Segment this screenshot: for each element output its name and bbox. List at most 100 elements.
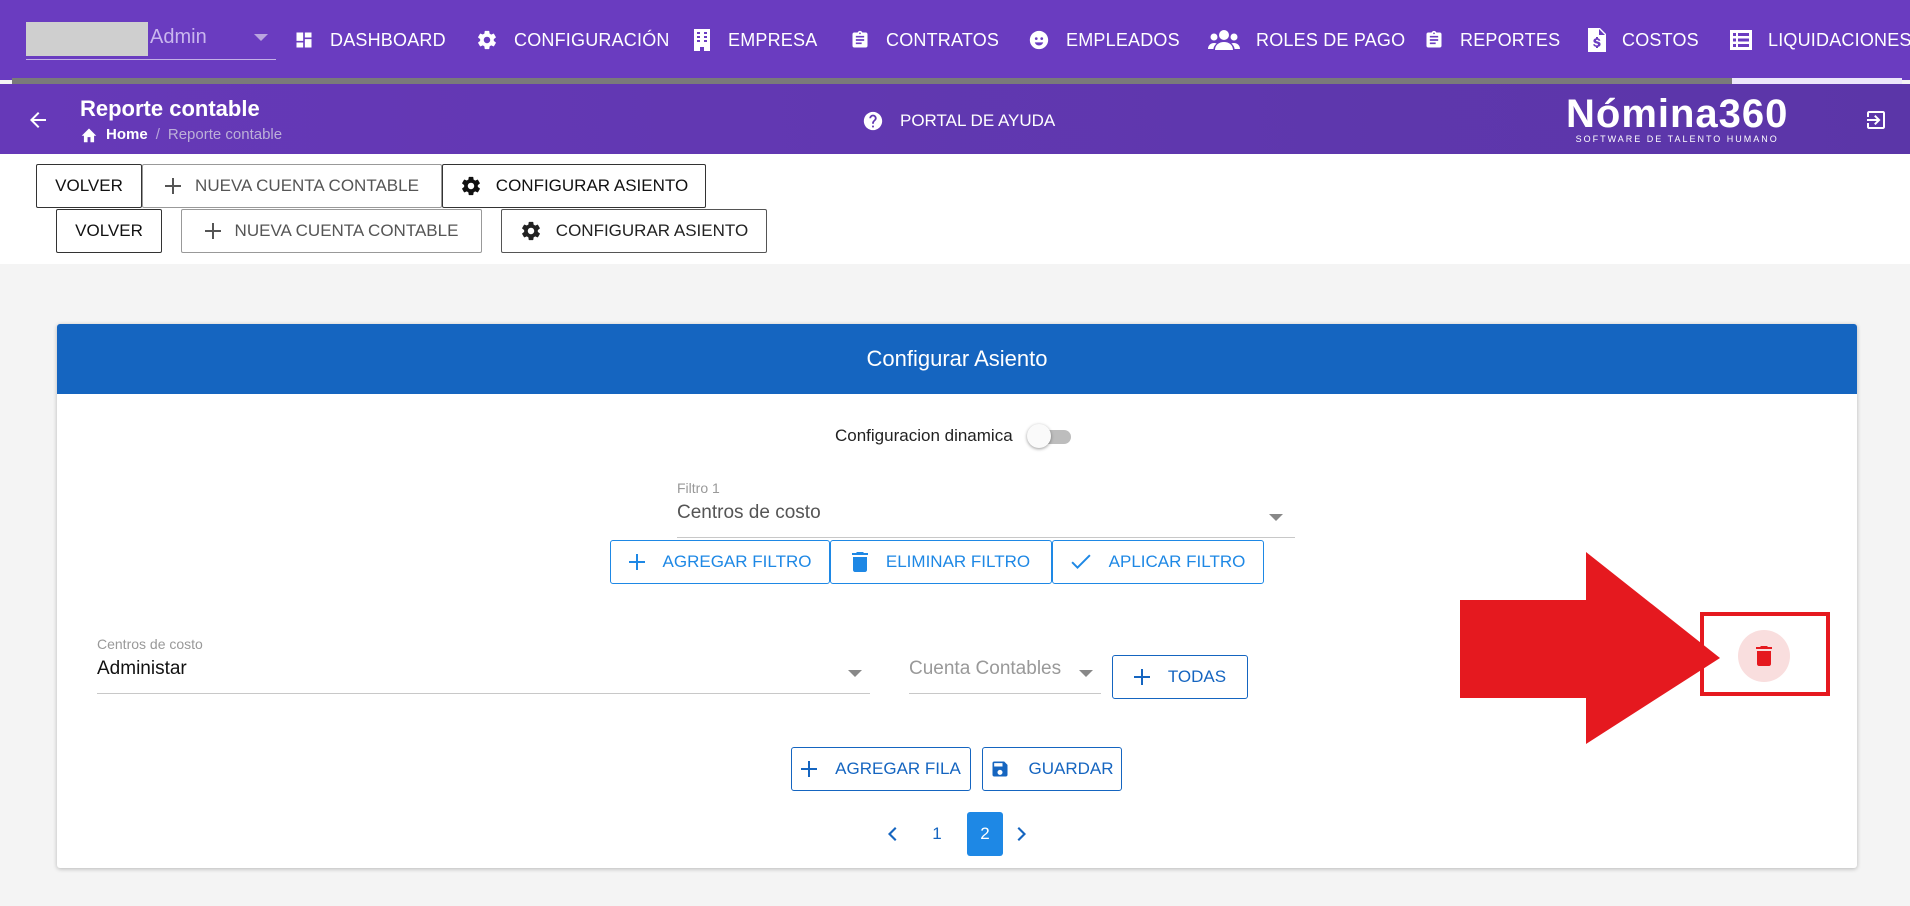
eliminar-filtro-label: ELIMINAR FILTRO	[885, 552, 1031, 571]
page-number: 2	[980, 824, 990, 843]
nav-item-liquidaciones[interactable]: LIQUIDACIONES	[1730, 24, 1910, 56]
toolbar-area: VOLVER NUEVA CUENTA CONTABLE CONFIGURAR …	[0, 154, 1910, 264]
guardar-label: GUARDAR	[1028, 759, 1114, 778]
nav-item-contratos[interactable]: CONTRATOS	[850, 24, 999, 56]
configurar-asiento-button[interactable]: CONFIGURAR ASIENTO	[442, 164, 706, 208]
trash-icon	[851, 552, 868, 572]
nav-item-label: DASHBOARD	[330, 29, 446, 50]
volver-button[interactable]: VOLVER	[56, 209, 162, 253]
volver-button[interactable]: VOLVER	[36, 164, 142, 208]
configurar-asiento-label: CONFIGURAR ASIENTO	[495, 176, 689, 195]
help-portal-link[interactable]: PORTAL DE AYUDA	[862, 110, 1055, 132]
nav-item-label: EMPLEADOS	[1066, 29, 1180, 50]
nav-item-label: ROLES DE PAGO	[1256, 29, 1406, 50]
check-icon	[1071, 554, 1091, 569]
dollar-file-icon	[1588, 28, 1606, 52]
chevron-right-icon	[1017, 827, 1026, 841]
nueva-cuenta-button[interactable]: NUEVA CUENTA CONTABLE	[181, 209, 482, 253]
toggle-thumb	[1026, 424, 1051, 448]
volver-label: VOLVER	[75, 221, 143, 240]
chevron-left-icon	[888, 827, 897, 841]
brand-name: Nómina360	[1566, 92, 1789, 136]
prev-page-button[interactable]	[875, 812, 911, 856]
clipboard-icon	[1426, 30, 1442, 48]
face-icon	[1029, 30, 1049, 50]
plus-icon	[204, 223, 221, 239]
nueva-cuenta-label: NUEVA CUENTA CONTABLE	[195, 176, 419, 195]
dynamic-config-toggle-row: Configuracion dinamica	[835, 424, 1075, 448]
clipboard-icon	[852, 30, 868, 48]
guardar-button[interactable]: GUARDAR	[982, 747, 1122, 791]
agregar-filtro-button[interactable]: AGREGAR FILTRO	[610, 540, 830, 584]
logout-icon[interactable]	[1864, 108, 1888, 132]
gear-icon	[461, 176, 480, 196]
nav-item-empleados[interactable]: EMPLEADOS	[1028, 24, 1180, 56]
plus-icon	[1133, 669, 1150, 685]
help-icon	[863, 111, 883, 131]
dynamic-config-toggle[interactable]	[1026, 424, 1075, 448]
user-select[interactable]: Admin	[26, 22, 276, 60]
nav-item-roles-de-pago[interactable]: ROLES DE PAGO	[1208, 24, 1405, 56]
trash-icon	[1756, 646, 1772, 666]
list-icon	[1730, 30, 1752, 50]
save-icon	[992, 761, 1008, 777]
nav-item-label: EMPRESA	[728, 29, 818, 50]
volver-label: VOLVER	[55, 176, 123, 195]
plus-icon	[628, 554, 645, 570]
chevron-down-icon	[1269, 514, 1283, 521]
building-icon	[694, 29, 710, 51]
aplicar-filtro-label: APLICAR FILTRO	[1108, 552, 1246, 571]
cuenta-contables-placeholder: Cuenta Contables	[909, 658, 1062, 679]
agregar-fila-label: AGREGAR FILA	[835, 759, 961, 778]
breadcrumb: Home / Reporte contable	[80, 126, 282, 143]
cuenta-contables-select[interactable]: Cuenta Contables	[909, 636, 1101, 694]
nav-item-label: REPORTES	[1460, 29, 1561, 50]
breadcrumb-home[interactable]: Home	[106, 126, 148, 143]
next-page-button[interactable]	[1003, 812, 1039, 856]
chevron-down-icon	[1079, 670, 1093, 677]
chevron-down-icon	[848, 670, 862, 677]
nav-item-configuracion[interactable]: CONFIGURACIÓN	[476, 24, 670, 56]
brand-logo: Nómina360 SOFTWARE DE TALENTO HUMANO	[1566, 92, 1788, 144]
filter-1-select[interactable]: Filtro 1 Centros de costo	[677, 480, 1295, 538]
nav-item-costos[interactable]: COSTOS	[1588, 24, 1699, 56]
breadcrumb-current: Reporte contable	[167, 126, 283, 143]
user-avatar	[26, 22, 148, 56]
card-title: Configurar Asiento	[866, 346, 1048, 371]
brand-tagline: SOFTWARE DE TALENTO HUMANO	[1575, 134, 1779, 144]
page-number: 1	[932, 824, 942, 843]
gear-icon	[478, 30, 496, 50]
dashboard-icon	[296, 32, 312, 48]
filter-1-value: Centros de costo	[677, 502, 821, 523]
nav-item-reportes[interactable]: REPORTES	[1424, 24, 1560, 56]
nueva-cuenta-button[interactable]: NUEVA CUENTA CONTABLE	[142, 164, 442, 208]
eliminar-filtro-button[interactable]: ELIMINAR FILTRO	[830, 540, 1052, 584]
configurar-asiento-button[interactable]: CONFIGURAR ASIENTO	[501, 209, 767, 253]
people-icon	[1208, 30, 1240, 50]
gear-icon	[521, 221, 540, 241]
nueva-cuenta-label: NUEVA CUENTA CONTABLE	[234, 221, 459, 240]
delete-row-button[interactable]	[1738, 630, 1790, 682]
chevron-down-icon	[254, 34, 268, 41]
cuenta-contables-underline	[909, 693, 1101, 694]
configurar-asiento-label: CONFIGURAR ASIENTO	[555, 221, 749, 240]
todas-button[interactable]: TODAS	[1112, 655, 1248, 699]
centros-de-costo-label: Centros de costo	[97, 636, 203, 652]
top-navbar: Admin DASHBOARD CONFIGURACIÓN EMPRESA CO…	[0, 0, 1910, 84]
breadcrumb-separator: /	[155, 126, 160, 143]
nav-item-label: LIQUIDACIONES	[1768, 29, 1910, 50]
nav-item-empresa[interactable]: EMPRESA	[692, 24, 817, 56]
page-button-1[interactable]: 1	[919, 812, 955, 856]
nav-item-dashboard[interactable]: DASHBOARD	[294, 24, 446, 56]
page-button-2[interactable]: 2	[967, 812, 1003, 856]
card-header: Configurar Asiento	[57, 324, 1857, 394]
filter-1-label: Filtro 1	[677, 480, 720, 496]
agregar-fila-button[interactable]: AGREGAR FILA	[791, 747, 971, 791]
help-portal-label: PORTAL DE AYUDA	[900, 111, 1056, 130]
centros-de-costo-select[interactable]: Centros de costo Administar	[97, 636, 870, 694]
user-name: Admin	[150, 26, 207, 48]
back-arrow-icon[interactable]	[26, 108, 50, 132]
aplicar-filtro-button[interactable]: APLICAR FILTRO	[1052, 540, 1264, 584]
page-title: Reporte contable	[80, 96, 260, 121]
nav-item-label: CONTRATOS	[886, 29, 1000, 50]
